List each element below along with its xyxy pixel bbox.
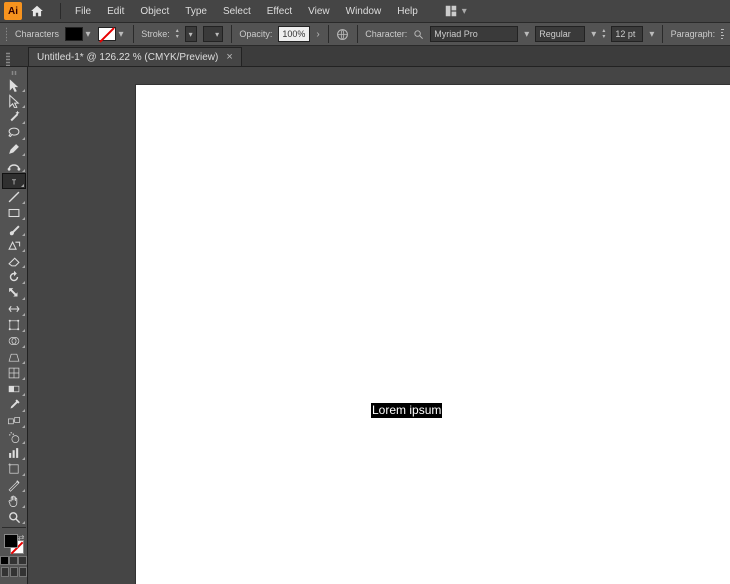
shaper-tool[interactable] (2, 237, 26, 253)
eyedropper-tool[interactable] (2, 397, 26, 413)
paragraph-panel-label[interactable]: Paragraph: (671, 29, 716, 39)
lasso-tool[interactable] (2, 125, 26, 141)
stroke-weight-select[interactable]: ▾ (185, 26, 197, 42)
draw-behind[interactable] (10, 567, 18, 577)
free-transform-tool[interactable] (2, 317, 26, 333)
fill-stroke-control[interactable]: ⇄ (4, 534, 24, 554)
pen-tool[interactable] (2, 141, 26, 157)
draw-inside[interactable] (19, 567, 27, 577)
document-tab-title: Untitled-1* @ 126.22 % (CMYK/Preview) (37, 52, 218, 63)
paintbrush-tool[interactable] (2, 221, 26, 237)
type-tool[interactable]: T (2, 173, 26, 189)
font-style-dropdown[interactable]: ▾ (591, 29, 596, 40)
fill-dropdown[interactable]: ▾ (84, 29, 92, 40)
curvature-tool[interactable] (2, 157, 26, 173)
font-family-input[interactable] (430, 26, 518, 42)
grip-icon[interactable] (11, 71, 17, 75)
type-object-selected[interactable]: Lorem ipsum (371, 403, 442, 418)
grip-icon[interactable] (6, 27, 7, 41)
opacity-label: Opacity: (239, 29, 272, 39)
scale-tool[interactable] (2, 285, 26, 301)
color-mode[interactable] (0, 556, 9, 565)
characters-label: Characters (15, 29, 59, 39)
rotate-tool[interactable] (2, 269, 26, 285)
chevron-down-icon: ▾ (462, 6, 467, 17)
recolor-artwork-icon[interactable] (336, 26, 349, 42)
font-size-input[interactable] (611, 26, 643, 42)
app-icon: Ai (4, 2, 22, 20)
eraser-tool[interactable] (2, 253, 26, 269)
font-size-stepper[interactable]: ▴▾ (602, 26, 605, 42)
mesh-tool[interactable] (2, 365, 26, 381)
menu-view[interactable]: View (300, 3, 338, 20)
menu-type[interactable]: Type (177, 3, 215, 20)
stroke-weight-stepper[interactable]: ▴▾ (176, 26, 179, 42)
column-graph-tool[interactable] (2, 445, 26, 461)
stroke-label: Stroke: (141, 29, 170, 39)
artboard-tool[interactable] (2, 461, 26, 477)
magic-wand-tool[interactable] (2, 109, 26, 125)
brush-definition-select[interactable]: ▾ (203, 26, 224, 42)
menu-window[interactable]: Window (338, 3, 390, 20)
direct-selection-tool[interactable] (2, 93, 26, 109)
perspective-grid-tool[interactable] (2, 349, 26, 365)
swap-fill-stroke-icon[interactable]: ⇄ (18, 533, 25, 542)
symbol-sprayer-tool[interactable] (2, 429, 26, 445)
color-modes (0, 556, 27, 565)
width-tool[interactable] (2, 301, 26, 317)
grip-icon[interactable] (6, 52, 10, 66)
home-icon[interactable] (28, 2, 46, 20)
document-tab-bar: Untitled-1* @ 126.22 % (CMYK/Preview) × (0, 46, 730, 67)
menu-edit[interactable]: Edit (99, 3, 132, 20)
menu-object[interactable]: Object (132, 3, 177, 20)
menu-select[interactable]: Select (215, 3, 259, 20)
fill-swatch[interactable] (4, 534, 18, 548)
workspace-switcher[interactable]: ▾ (438, 2, 473, 20)
menu-effect[interactable]: Effect (259, 3, 300, 20)
font-size-dropdown[interactable]: ▾ (649, 29, 654, 40)
font-search-icon[interactable] (413, 27, 424, 41)
screen-modes (1, 567, 27, 577)
stroke-swatch[interactable] (98, 27, 116, 41)
divider (2, 527, 26, 528)
zoom-tool[interactable] (2, 509, 26, 525)
control-bar: Characters ▾ ▾ Stroke: ▴▾ ▾ ▾ Opacity: ›… (0, 22, 730, 46)
opacity-dropdown[interactable]: › (316, 29, 319, 40)
selection-tool[interactable] (2, 77, 26, 93)
canvas-viewport[interactable] (28, 67, 730, 584)
blend-tool[interactable] (2, 413, 26, 429)
fill-swatch[interactable] (65, 27, 83, 41)
tools-panel: T ⇄ (0, 67, 28, 584)
workarea: Lorem ipsum (28, 67, 730, 584)
menu-bar: Ai File Edit Object Type Select Effect V… (0, 0, 730, 22)
character-panel-label[interactable]: Character: (365, 29, 407, 39)
menu-file[interactable]: File (67, 3, 99, 20)
hand-tool[interactable] (2, 493, 26, 509)
opacity-input[interactable] (278, 26, 310, 42)
draw-normal[interactable] (1, 567, 9, 577)
align-left-icon[interactable] (721, 28, 724, 40)
shape-builder-tool[interactable] (2, 333, 26, 349)
gradient-tool[interactable] (2, 381, 26, 397)
svg-text:T: T (11, 180, 16, 187)
artboard[interactable] (136, 85, 730, 584)
font-family-dropdown[interactable]: ▾ (524, 29, 529, 40)
slice-tool[interactable] (2, 477, 26, 493)
stroke-dropdown[interactable]: ▾ (117, 29, 125, 40)
rectangle-tool[interactable] (2, 205, 26, 221)
gradient-mode[interactable] (9, 556, 18, 565)
document-tab[interactable]: Untitled-1* @ 126.22 % (CMYK/Preview) × (28, 47, 242, 66)
close-icon[interactable]: × (226, 52, 232, 62)
none-mode[interactable] (18, 556, 27, 565)
line-segment-tool[interactable] (2, 189, 26, 205)
menu-help[interactable]: Help (389, 3, 426, 20)
font-style-input[interactable] (535, 26, 585, 42)
divider (60, 3, 61, 19)
